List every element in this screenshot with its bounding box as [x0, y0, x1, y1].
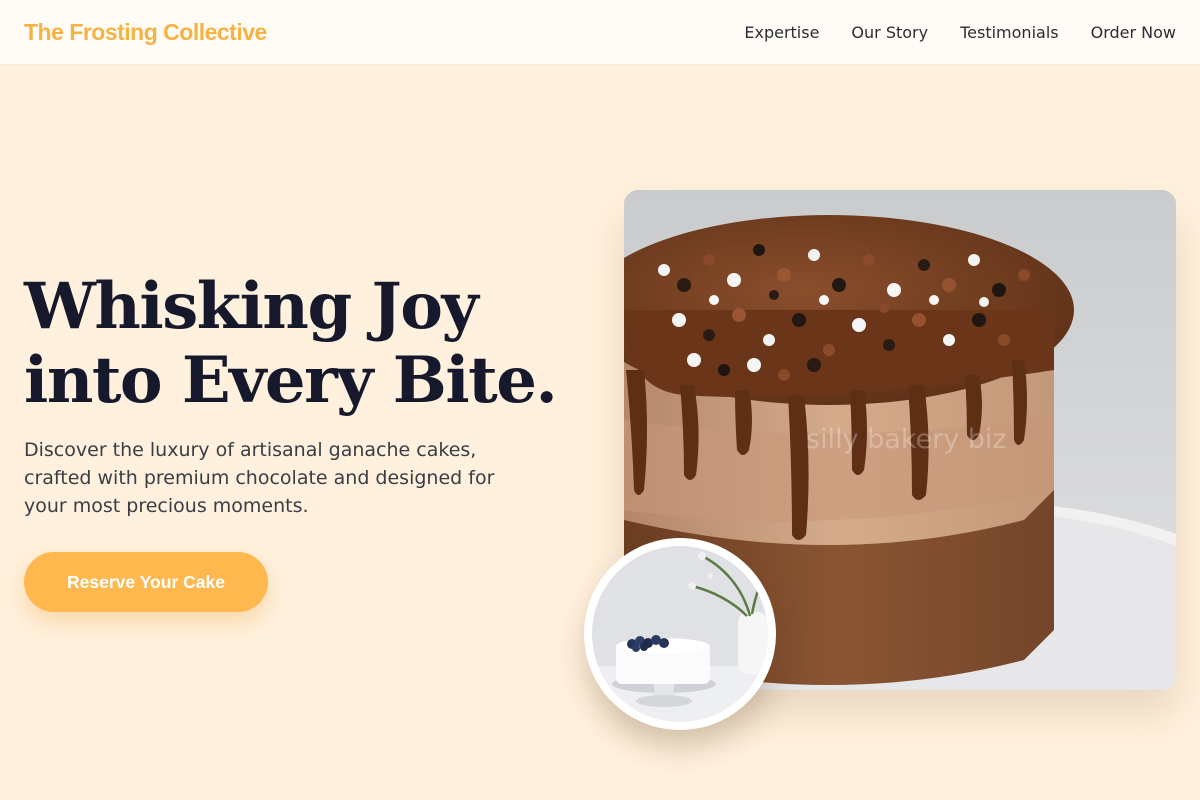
photo-watermark: silly bakery biz [806, 424, 1007, 455]
thumbnail-cake-photo [584, 538, 776, 730]
nav-links: Expertise Our Story Testimonials Order N… [744, 23, 1176, 42]
reserve-cake-button[interactable]: Reserve Your Cake [24, 552, 268, 612]
hero-headline-line-2: into Every Bite. [24, 343, 558, 418]
nav-link-testimonials[interactable]: Testimonials [960, 23, 1059, 42]
hero-description: Discover the luxury of artisanal ganache… [24, 439, 495, 517]
hero-headline-line-1: Whisking Joy [24, 269, 479, 344]
navbar: The Frosting Collective Expertise Our St… [0, 0, 1200, 64]
nav-link-expertise[interactable]: Expertise [744, 23, 819, 42]
brand-logo[interactable]: The Frosting Collective [24, 19, 267, 46]
nav-link-our-story[interactable]: Our Story [851, 23, 928, 42]
cake-thumbnail-photo-icon [592, 546, 768, 722]
nav-link-order-now[interactable]: Order Now [1091, 23, 1176, 42]
hero-text: Whisking Joy into Every Bite. Discover t… [24, 270, 564, 520]
hero-headline: Whisking Joy into Every Bite. [24, 270, 564, 418]
